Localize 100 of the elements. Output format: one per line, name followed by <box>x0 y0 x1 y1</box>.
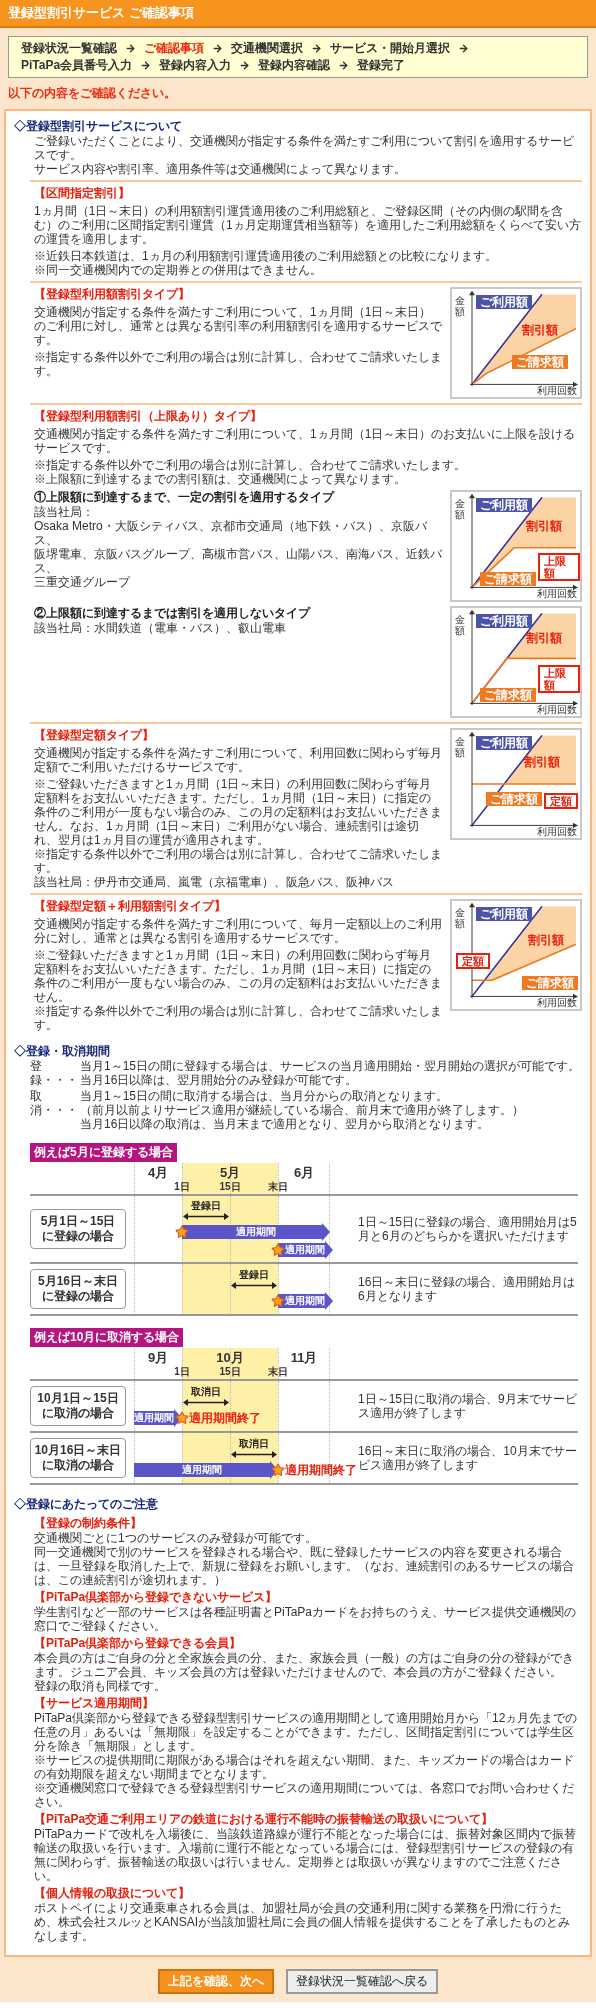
month-label: 9月 <box>147 1348 169 1366</box>
double-arrow-icon <box>231 1450 277 1459</box>
caution-text: PiTaPaカードで改札を入場後に、当該鉄道路線が運行不能となった場合には、振替対象区間内で振替輸送の取扱いを行います。入場前に運行不能となっている場合には、登録型割引サービスの登録の有無に関わらず、振替輸送の取扱いは行いません。定期券とは取扱いが異なりますのでご注意ください。 <box>34 1826 578 1883</box>
section-heading: ◇登録型割引サービスについて <box>14 118 183 134</box>
step-label: PiTaPa会員番号入力 <box>21 57 133 73</box>
timeline-column <box>230 1263 278 1314</box>
month-label: 4月 <box>147 1163 169 1181</box>
month-label: 6月 <box>293 1163 315 1181</box>
limit-label: 上限額 <box>538 665 580 694</box>
discount-label: 割引額 <box>524 753 560 771</box>
day-label: 1日 <box>174 1180 190 1194</box>
axis-label: 利用回数 <box>537 996 577 1009</box>
service-title: 【区間指定割引】 <box>34 185 131 201</box>
arrow-icon <box>338 59 350 71</box>
note-text: ※指定する条件以外でご利用の場合は別に計算し、合わせてご請求いたします。 <box>34 846 442 875</box>
period-text: 当月16日以降は、翌月開始分のみ登録が可能です。 <box>80 1072 359 1087</box>
caution-title: 【PiTaPa倶楽部から登録できないサービス】 <box>34 1589 279 1605</box>
case-description: 16日～末日に取消の場合、10月末でサービス適用が終了します <box>358 1443 578 1472</box>
caution-text: ※交通機関窓口で登録できる登録型割引サービスの適用期間については、各窓口でお問い合わせください。 <box>34 1780 575 1809</box>
usage-label: ご利用額 <box>476 613 532 628</box>
billed-label: ご請求額 <box>522 975 578 990</box>
month-label: 5月 <box>219 1163 241 1181</box>
caution-text: ※サービスの提供期間に期限がある場合はそれを超えない期間、また、キッズカードの場合はカードの有効期限を超えない期間までとなります。 <box>34 1752 575 1781</box>
case-label: 5月16日～末日 に登録の場合 <box>30 1268 126 1309</box>
axis-label: 利用回数 <box>537 587 577 600</box>
axis-label: 利用回数 <box>537 703 577 716</box>
note-text: ※指定する条件以外でご利用の場合は別に計算し、合わせてご請求いたします。 <box>34 1003 442 1032</box>
case-label: 10月1日～15日 に取消の場合 <box>30 1385 126 1426</box>
star-icon <box>175 1410 189 1425</box>
limit-label: 上限額 <box>538 552 580 581</box>
arrow-icon <box>239 59 251 71</box>
page-title: 登録型割引サービス ご確認事項 <box>8 4 195 22</box>
note-text: ※指定する条件以外でご利用の場合は別に計算し、合わせてご請求いたします。 <box>34 349 442 378</box>
service-description: 交通機関が指定する条件を満たすご利用について、1ヵ月間（1日～末日）のお支払いに上限を設けるサービスです。 <box>34 426 577 455</box>
period-text: 当月1～15日の間に登録する場合は、サービスの当月適用開始・翌月開始の選択が可能です。 <box>80 1058 582 1073</box>
discount-label: 割引額 <box>528 932 564 950</box>
step-label: 交通機関選択 <box>231 40 303 56</box>
timeline-column <box>278 1162 330 1194</box>
day-label: 1日 <box>174 1365 190 1379</box>
period-text: 当月1～15日の間に取消する場合は、当月分からの取消となります。 <box>80 1088 450 1103</box>
day-label: 15日 <box>219 1365 241 1379</box>
note-text: ※近鉄日本鉄道は、1ヵ月の利用額割引運賃適用後のご利用総額との比較になります。 <box>34 248 498 263</box>
axis-label: 金額 <box>455 613 465 636</box>
service-description: 交通機関が指定する条件を満たすご利用について、毎月一定額以上のご利用分に対し、通常とは異なる割引を適用するサービスです。 <box>34 916 442 945</box>
step-label: 登録内容確認 <box>258 57 331 73</box>
note-text: ※指定する条件以外でご利用の場合は別に計算し、合わせてご請求いたします。 <box>34 457 467 472</box>
section-heading: ◇登録・取消期間 <box>14 1043 111 1059</box>
range-label: 登録日 <box>191 1200 221 1212</box>
period-end-label: 適用期間終了 <box>285 1461 357 1479</box>
period-text: 当月16日以降の取消は、当月末まで適用となり、翌月から取消となります。 <box>80 1116 491 1131</box>
range-label: 取消日 <box>191 1386 221 1398</box>
month-label: 10月 <box>216 1348 244 1366</box>
star-icon <box>175 1224 189 1239</box>
example-title: 例えば5月に登録する場合 <box>30 1142 177 1162</box>
billed-label: ご請求額 <box>480 572 536 587</box>
discount-label: 割引額 <box>526 630 562 648</box>
double-arrow-icon <box>231 1281 277 1290</box>
caution-title: 【PiTaPa交通ご利用エリアの鉄道における運行不能時の振替輸送の取扱いについて】 <box>34 1811 495 1827</box>
operator-text: 該当社局：水間鉄道（電車・バス）、叡山電車 <box>34 620 287 635</box>
note-text: ※ご登録いただきますと1ヵ月間（1日～末日）の利用回数に関わらず毎月定額料をお支払いいただきます。ただし、1ヵ月間（1日～末日）に指定の条件のご利用が一度もない場合のみ、この月の定額料はお支払いいただきません。 <box>34 947 442 1004</box>
note-text: ※上限額に到達するまでの割引額は、交通機関によって異なります。 <box>34 471 407 486</box>
caution-title: 【PiTaPa倶楽部から登録できる会員】 <box>34 1635 243 1651</box>
billed-label: ご請求額 <box>480 688 536 703</box>
double-arrow-icon <box>183 1398 229 1407</box>
arrow-icon <box>212 42 223 54</box>
axis-label: 金額 <box>455 497 465 520</box>
step-label: 登録完了 <box>357 57 406 73</box>
caution-title: 【登録の制約条件】 <box>34 1515 143 1531</box>
term-label: 登録・・・ <box>30 1058 79 1087</box>
double-arrow-icon <box>183 1212 229 1221</box>
day-label: 15日 <box>219 1180 241 1194</box>
step-label: 登録状況一覧確認 <box>21 40 117 56</box>
discount-label: 割引額 <box>522 321 558 339</box>
service-description: 交通機関が指定する条件を満たすご利用について、利用回数に関わらず毎月定額でご利用いただけるサービスです。 <box>34 745 442 774</box>
caution-text: 同一交通機関で別のサービスを登録される場合や、既に登録したサービスの内容を変更される場合は、一旦登録を取消した上で、新規に登録をお願いします。（なお、連続割引のあるサービスの場合は、この連続割引が途切れます。） <box>34 1544 575 1587</box>
caution-title: 【個人情報の取扱について】 <box>34 1885 191 1901</box>
subtype-title: ①上限額に到達するまで、一定の割引を適用するタイプ <box>34 489 336 505</box>
subtype-title: ②上限額に到達するまでは割引を適用しないタイプ <box>34 605 312 621</box>
month-label: 11月 <box>290 1348 318 1366</box>
caution-title: 【サービス適用期間】 <box>34 1695 155 1711</box>
billed-label: ご請求額 <box>512 354 568 369</box>
back-button[interactable]: 登録状況一覧確認へ戻る <box>286 1968 438 1994</box>
example-title: 例えば10月に取消する場合 <box>30 1327 184 1347</box>
case-description: 16日～末日に登録の場合、適用開始月は6月となります <box>358 1274 577 1303</box>
arrow-icon <box>125 42 136 54</box>
discount-label: 割引額 <box>526 517 562 535</box>
arrow-icon <box>140 59 152 71</box>
step-label: サービス・開始月選択 <box>330 40 450 56</box>
caution-text: PiTaPa倶楽部から登録できる登録型割引サービスの適用期間として適用開始月から「12ヵ月先までの任意の月」あるいは「無期限」を設定することができます。ただし、区間指定割引については学生区分を除き「無期限」とします。 <box>34 1710 578 1753</box>
star-icon <box>271 1462 285 1477</box>
step-label: 登録内容入力 <box>159 57 232 73</box>
range-label: 取消日 <box>239 1438 269 1450</box>
timeline-column <box>182 1263 230 1314</box>
caution-text: 登録の取消も同様です。 <box>34 1678 167 1693</box>
limit-label: 定額 <box>544 792 578 809</box>
note-text: ※同一交通機関内での定期券との併用はできません。 <box>34 262 323 277</box>
caution-text: 本会員の方はご自身の分と全家族会員の分、また、家族会員（一般）の方はご自身の分の登録ができます。ジュニア会員、キッズ会員の方は登録いただけませんので、本会員の方がご登録ください。 <box>34 1650 575 1679</box>
term-label: 取消・・・ <box>30 1088 79 1119</box>
axis-label: 金額 <box>455 294 465 317</box>
axis-label: 利用回数 <box>537 825 577 838</box>
